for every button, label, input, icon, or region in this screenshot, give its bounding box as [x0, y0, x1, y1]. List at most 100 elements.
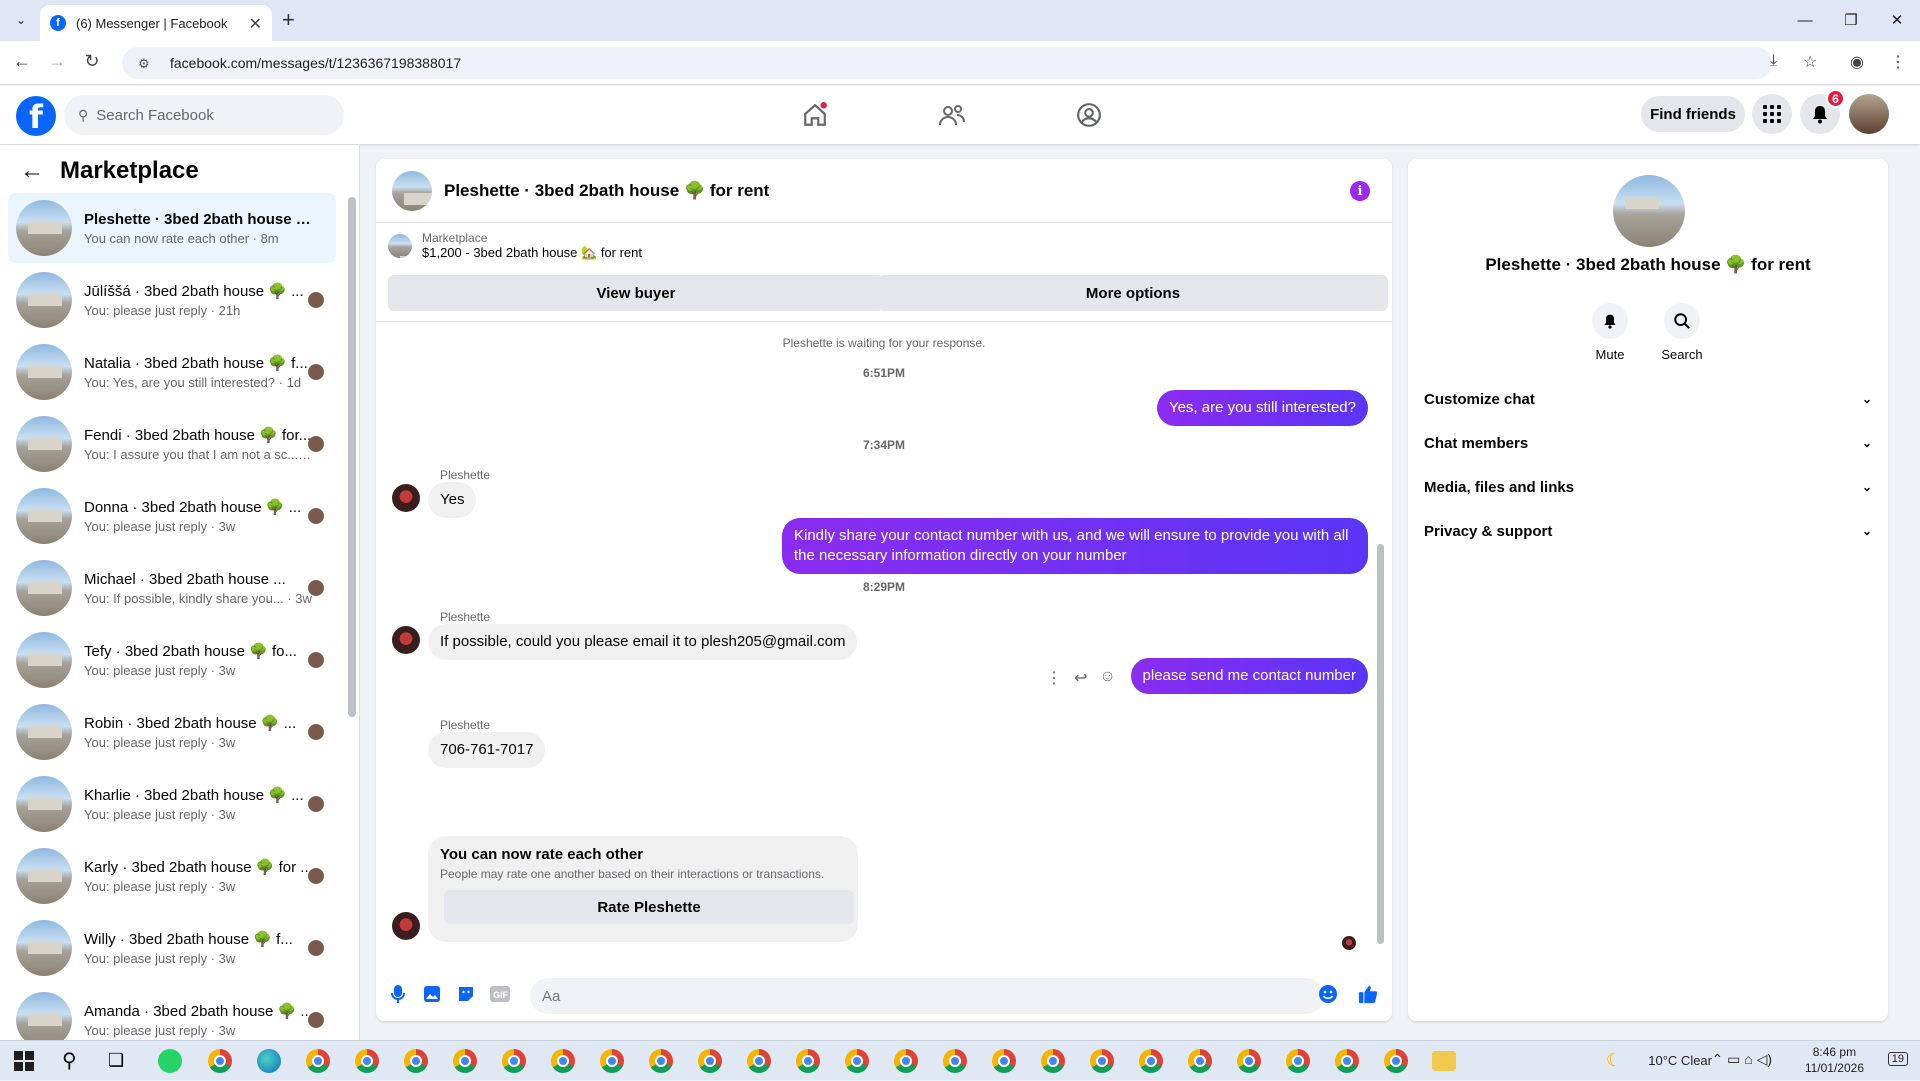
profile-nav-icon[interactable] — [1072, 98, 1106, 132]
chrome-icon[interactable] — [1041, 1049, 1065, 1073]
browser-tab[interactable]: f (6) Messenger | Facebook ✕ — [40, 5, 272, 41]
conversation-item[interactable]: Fendi · 3bed 2bath house 🌳 for... You: I … — [8, 409, 336, 479]
chrome-icon[interactable] — [355, 1049, 379, 1073]
site-info-icon[interactable]: ⚙ — [138, 56, 152, 71]
conversation-item[interactable]: Donna · 3bed 2bath house 🌳 ... You: pleas… — [8, 481, 336, 551]
listing-photo[interactable] — [1613, 175, 1685, 247]
find-friends-button[interactable]: Find friends — [1641, 96, 1745, 132]
rate-button[interactable]: Rate Pleshette — [444, 890, 854, 924]
forward-icon[interactable]: → — [45, 51, 69, 72]
reload-icon[interactable]: ↻ — [80, 51, 104, 72]
friends-icon[interactable] — [935, 98, 969, 132]
menu-grid-icon[interactable] — [1752, 94, 1792, 134]
chrome-icon[interactable] — [698, 1049, 722, 1073]
message-input[interactable] — [530, 978, 1324, 1014]
bookmark-star-icon[interactable]: ☆ — [1803, 52, 1817, 72]
info-icon[interactable]: i — [1350, 181, 1370, 201]
listing-summary[interactable]: Marketplace $1,200 - 3bed 2bath house 🏡 … — [388, 231, 642, 261]
profile-icon[interactable]: ◉ — [1850, 52, 1864, 72]
thread-scrollbar[interactable] — [1377, 544, 1384, 944]
incoming-message[interactable]: If possible, could you please email it t… — [428, 624, 858, 660]
more-actions-icon[interactable]: ⋮ — [1046, 668, 1062, 688]
microphone-icon[interactable] — [388, 984, 408, 1004]
minimize-icon[interactable]: — — [1790, 8, 1820, 32]
chrome-icon[interactable] — [649, 1049, 673, 1073]
url-field[interactable]: ⚙ facebook.com/messages/t/12363671983880… — [122, 47, 1772, 79]
clock[interactable]: 8:46 pm 11/01/2026 — [1805, 1044, 1864, 1076]
home-icon[interactable] — [798, 98, 832, 132]
chrome-icon[interactable] — [1237, 1049, 1261, 1073]
chat-header-thumbnail[interactable] — [392, 170, 432, 211]
mute-button[interactable]: Mute — [1580, 303, 1640, 362]
edge-icon[interactable] — [257, 1049, 281, 1073]
search-in-chat-button[interactable]: Search — [1652, 303, 1712, 362]
sender-avatar[interactable] — [392, 484, 420, 512]
conversation-item[interactable]: Kharlie · 3bed 2bath house 🌳 ... You: ple… — [8, 769, 336, 839]
conversation-item[interactable]: Pleshette · 3bed 2bath house 🌳 ... You ca… — [8, 193, 336, 263]
conversation-item[interactable]: Natalia · 3bed 2bath house 🌳 f... You: Ye… — [8, 337, 336, 407]
chrome-icon[interactable] — [208, 1049, 232, 1073]
photo-icon[interactable] — [422, 984, 442, 1004]
chrome-icon[interactable] — [845, 1049, 869, 1073]
facebook-search-field[interactable]: ⚲ Search Facebook — [64, 95, 344, 135]
chrome-icon[interactable] — [796, 1049, 820, 1073]
chrome-icon[interactable] — [404, 1049, 428, 1073]
sender-avatar[interactable] — [392, 912, 420, 940]
chrome-icon[interactable] — [453, 1049, 477, 1073]
more-options-button[interactable]: More options — [878, 275, 1388, 311]
back-arrow-icon[interactable]: ← — [20, 157, 44, 185]
sidebar-scrollbar[interactable] — [348, 197, 356, 717]
install-app-icon[interactable]: ⤓ — [1770, 52, 1777, 70]
chat-title[interactable]: Pleshette · 3bed 2bath house 🌳 for rent — [444, 181, 769, 201]
notification-center-badge[interactable]: 19 — [1887, 1052, 1908, 1066]
reply-icon[interactable]: ↩ — [1074, 668, 1087, 688]
conversation-item[interactable]: Tefy · 3bed 2bath house 🌳 fo... You: plea… — [8, 625, 336, 695]
close-tab-icon[interactable]: ✕ — [249, 14, 262, 34]
react-icon[interactable]: ☺ — [1099, 668, 1115, 688]
windows-start-icon[interactable] — [14, 1051, 34, 1076]
restore-icon[interactable]: ❐ — [1836, 8, 1866, 32]
weather-text[interactable]: 10°C Clear — [1648, 1053, 1712, 1068]
chrome-icon[interactable] — [1335, 1049, 1359, 1073]
new-tab-icon[interactable]: + — [282, 8, 295, 32]
chrome-icon[interactable] — [502, 1049, 526, 1073]
incoming-message[interactable]: Yes — [428, 482, 477, 518]
file-explorer-icon[interactable] — [1432, 1051, 1456, 1071]
privacy-support-row[interactable]: Privacy & support ⌄ — [1424, 517, 1872, 545]
conversation-item[interactable]: Michael · 3bed 2bath house ... You: If po… — [8, 553, 336, 623]
conversation-item[interactable]: Karly · 3bed 2bath house 🌳 for ... You: p… — [8, 841, 336, 911]
outgoing-message[interactable]: Kindly share your contact number with us… — [782, 518, 1368, 574]
task-view-icon[interactable]: ❏ — [108, 1050, 124, 1071]
tab-search-icon[interactable]: ⌄ — [8, 8, 34, 32]
chrome-icon[interactable] — [943, 1049, 967, 1073]
taskbar-search-icon[interactable]: ⚲ — [62, 1048, 77, 1073]
window-close-icon[interactable]: ✕ — [1882, 8, 1912, 32]
conversation-item[interactable]: Jūlíššá · 3bed 2bath house 🌳 ... You: ple… — [8, 265, 336, 335]
conversation-item[interactable]: Willy · 3bed 2bath house 🌳 f... You: plea… — [8, 913, 336, 983]
chrome-icon[interactable] — [894, 1049, 918, 1073]
chrome-icon[interactable] — [1139, 1049, 1163, 1073]
outgoing-message[interactable]: please send me contact number — [1130, 658, 1368, 694]
sender-avatar[interactable] — [392, 626, 420, 654]
incoming-message[interactable]: 706-761-7017 — [428, 732, 546, 768]
conversation-item[interactable]: Robin · 3bed 2bath house 🌳 ... You: pleas… — [8, 697, 336, 767]
facebook-logo-icon[interactable]: f — [16, 96, 56, 136]
chrome-icon[interactable] — [306, 1049, 330, 1073]
view-buyer-button[interactable]: View buyer — [388, 275, 884, 311]
back-icon[interactable]: ← — [10, 51, 34, 72]
like-thumb-icon[interactable] — [1358, 984, 1378, 1004]
media-files-links-row[interactable]: Media, files and links ⌄ — [1424, 473, 1872, 501]
emoji-icon[interactable] — [1318, 984, 1338, 1004]
chrome-icon[interactable] — [1188, 1049, 1212, 1073]
chrome-icon[interactable] — [600, 1049, 624, 1073]
customize-chat-row[interactable]: Customize chat ⌄ — [1424, 385, 1872, 413]
chrome-icon[interactable] — [992, 1049, 1016, 1073]
chrome-icon[interactable] — [1384, 1049, 1408, 1073]
chrome-icon[interactable] — [1090, 1049, 1114, 1073]
chrome-icon[interactable] — [747, 1049, 771, 1073]
gif-icon[interactable]: GIF — [490, 984, 510, 1004]
tray-icons[interactable]: ⌃ ▭ ⌂ ◁) — [1711, 1051, 1772, 1068]
browser-menu-icon[interactable]: ⋮ — [1890, 52, 1906, 72]
whatsapp-icon[interactable] — [158, 1049, 182, 1073]
chrome-icon[interactable] — [1286, 1049, 1310, 1073]
